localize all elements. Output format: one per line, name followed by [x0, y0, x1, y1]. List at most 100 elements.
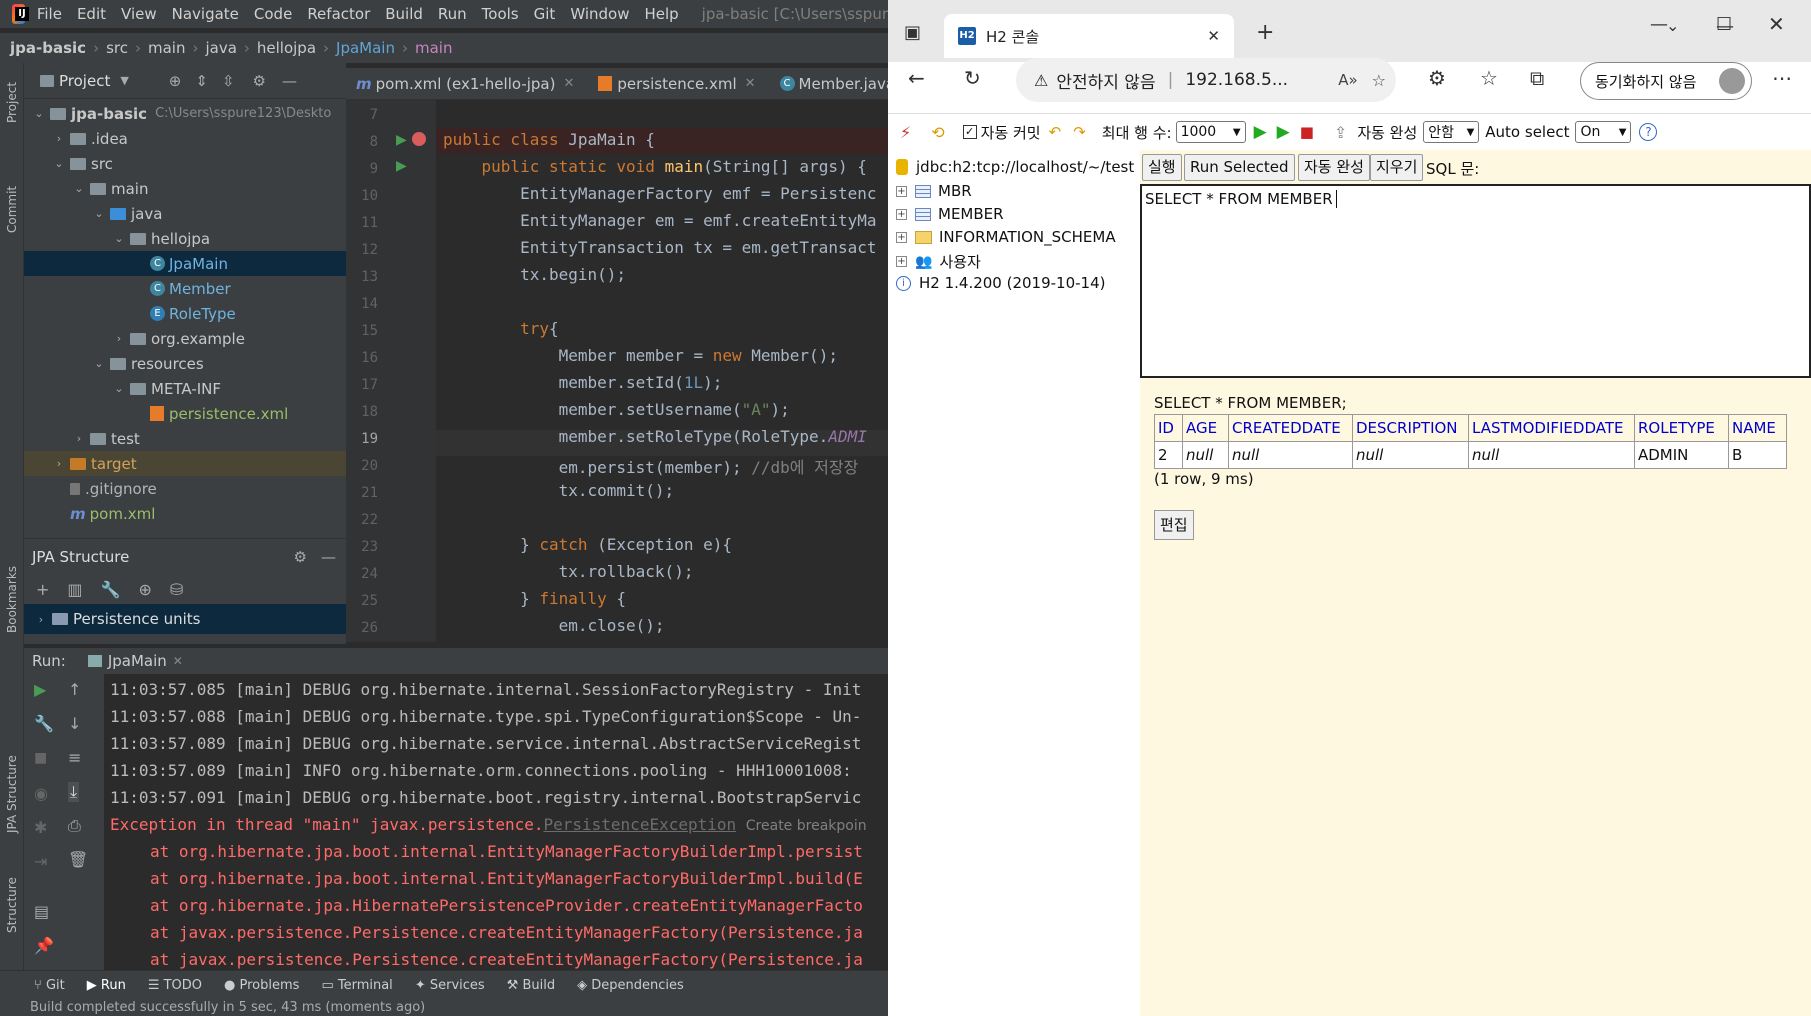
tree-item[interactable]: .gitignore	[24, 476, 346, 501]
rerun-icon[interactable]: ▶	[34, 680, 46, 699]
create-breakpoint-hint[interactable]: Create breakpoin	[746, 818, 867, 834]
tree-item[interactable]: ⌄ META-INF	[24, 376, 346, 401]
stop-icon[interactable]: ■	[1300, 123, 1314, 141]
run-selected-icon[interactable]: ▶	[1277, 122, 1290, 142]
wrench-icon[interactable]: 🔧	[34, 714, 54, 733]
tree-item[interactable]: ⌄ main	[24, 176, 346, 201]
breakpoint-icon[interactable]	[412, 132, 426, 146]
breadcrumb-project[interactable]: jpa-basic	[10, 39, 86, 57]
menu-git[interactable]: Git	[534, 5, 556, 23]
tree-item[interactable]: C JpaMain	[24, 251, 346, 276]
bottom-tab-git[interactable]: ⑂ Git	[34, 978, 65, 993]
chevron-down-icon[interactable]: ⌄	[52, 157, 66, 170]
chevron-down-icon[interactable]: ⌄	[112, 382, 126, 395]
bottom-tab-todo[interactable]: ☰ TODO	[148, 978, 202, 993]
column-roletype[interactable]: ROLETYPE	[1634, 414, 1729, 442]
globe-icon[interactable]: ⊕	[138, 580, 151, 599]
bottom-tab-build[interactable]: ⚒ Build	[507, 978, 555, 993]
breadcrumb-java[interactable]: java	[205, 39, 236, 57]
stop-icon[interactable]: ■	[34, 750, 47, 766]
menu-help[interactable]: Help	[644, 5, 678, 23]
tree-item[interactable]: persistence.xml	[24, 401, 346, 426]
column-age[interactable]: AGE	[1182, 414, 1229, 442]
chevron-right-icon[interactable]: ›	[112, 332, 126, 345]
tab-member-java[interactable]: C Member.java	[770, 68, 888, 100]
chevron-right-icon[interactable]: ›	[52, 132, 66, 145]
disconnect-icon[interactable]: ⚡	[900, 123, 911, 142]
address-bar[interactable]: ⚠ 안전하지 않음 | 192.168.5... A» ☆	[1016, 58, 1396, 102]
chevron-down-icon[interactable]: ▼	[120, 74, 128, 87]
chevron-down-icon[interactable]: ⌄	[92, 357, 106, 370]
expand-icon[interactable]: +	[896, 256, 907, 267]
chevron-down-icon[interactable]: ⌄	[1666, 16, 1679, 35]
breadcrumb-main[interactable]: main	[148, 39, 185, 57]
tool-project[interactable]: Project	[5, 82, 19, 123]
connection-node[interactable]: jdbc:h2:tcp://localhost/~/test	[896, 158, 1134, 176]
menu-build[interactable]: Build	[385, 5, 423, 23]
security-status[interactable]: 안전하지 않음	[1056, 68, 1155, 93]
close-icon[interactable]: ✕	[173, 654, 183, 668]
run-icon[interactable]: ▶	[1254, 122, 1267, 142]
menu-file[interactable]: File	[37, 5, 62, 23]
rollback-icon[interactable]: ↶	[1049, 123, 1062, 141]
tree-item[interactable]: › .idea	[24, 126, 346, 151]
debug-icon[interactable]: ✱	[34, 818, 47, 837]
bottom-tab-problems[interactable]: ● Problems	[224, 978, 299, 993]
tab-persistence-xml[interactable]: persistence.xml ✕	[588, 68, 769, 100]
scroll-up-icon[interactable]: ↑	[68, 680, 81, 699]
exception-link[interactable]: PersistenceException	[543, 815, 736, 834]
tree-item[interactable]: ⌄ src	[24, 151, 346, 176]
column-lastmodifieddate[interactable]: LASTMODIFIEDDATE	[1468, 414, 1635, 442]
menu-navigate[interactable]: Navigate	[172, 5, 239, 23]
window-minimize-icon[interactable]: —	[1650, 14, 1668, 35]
history-icon[interactable]: ⇪	[1334, 123, 1347, 142]
expand-icon[interactable]: +	[896, 208, 907, 220]
max-rows-select[interactable]: 1000 ▼	[1175, 121, 1246, 143]
chevron-down-icon[interactable]: ⌄	[32, 107, 46, 120]
trash-icon[interactable]: 🗑	[68, 850, 88, 869]
chevron-right-icon[interactable]: ›	[52, 457, 66, 470]
minimize-icon[interactable]: —	[282, 72, 297, 90]
chevron-right-icon[interactable]: ›	[34, 613, 48, 626]
help-icon[interactable]: ?	[1639, 123, 1658, 141]
run-tab-jpamain[interactable]: JpaMain ✕	[87, 652, 183, 670]
autocomplete-button[interactable]: 자동 완성	[1298, 154, 1370, 181]
wrench-icon[interactable]: 🔧	[101, 580, 121, 599]
expand-icon[interactable]: +	[896, 231, 907, 243]
breadcrumb-src[interactable]: src	[106, 39, 128, 57]
breadcrumb-method-main[interactable]: main	[415, 39, 452, 57]
chevron-right-icon[interactable]: ›	[72, 432, 86, 445]
menu-edit[interactable]: Edit	[77, 5, 106, 23]
expand-icon[interactable]: +	[896, 185, 907, 197]
tool-jpa-structure[interactable]: JPA Structure	[5, 755, 19, 833]
tool-bookmarks[interactable]: Bookmarks	[5, 566, 19, 633]
refresh-icon[interactable]: ⟲	[931, 123, 944, 142]
tool-commit[interactable]: Commit	[5, 186, 19, 233]
tree-node-member[interactable]: + MEMBER	[896, 205, 1004, 223]
gear-icon[interactable]: ⚙	[253, 72, 266, 90]
favorite-add-icon[interactable]: ☆	[1372, 71, 1386, 90]
pin-icon[interactable]: 📌	[34, 936, 54, 955]
column-id[interactable]: ID	[1154, 414, 1183, 442]
collapse-all-icon[interactable]: ⇳	[222, 72, 235, 90]
close-window-icon[interactable]: ✕	[1768, 12, 1785, 36]
close-icon[interactable]: ✕	[563, 76, 574, 91]
run-gutter-icon[interactable]: ▶	[396, 158, 407, 174]
auto-commit-checkbox[interactable]: ✓	[962, 125, 977, 139]
persistence-units-row[interactable]: › Persistence units	[24, 604, 346, 634]
columns-icon[interactable]: ▥	[67, 580, 82, 599]
clear-button[interactable]: 지우기	[1370, 154, 1424, 181]
commit-icon[interactable]: ↷	[1073, 123, 1086, 141]
read-aloud-icon[interactable]: A»	[1338, 71, 1357, 89]
exit-icon[interactable]: ⇥	[34, 852, 47, 871]
project-view-selector[interactable]: Project	[59, 72, 110, 90]
console-output[interactable]: 11:03:57.085 [main] DEBUG org.hibernate.…	[104, 674, 888, 970]
extensions-icon[interactable]: ⚙	[1428, 66, 1446, 90]
gear-icon[interactable]: ⚙	[294, 548, 307, 566]
menu-window[interactable]: Window	[570, 5, 629, 23]
run-selected-button[interactable]: Run Selected	[1184, 154, 1295, 181]
database-icon[interactable]: ⛁	[170, 580, 183, 599]
locate-icon[interactable]: ⊕	[169, 72, 182, 90]
execute-button[interactable]: 실행	[1142, 154, 1182, 181]
tree-item[interactable]: m pom.xml	[24, 501, 346, 526]
